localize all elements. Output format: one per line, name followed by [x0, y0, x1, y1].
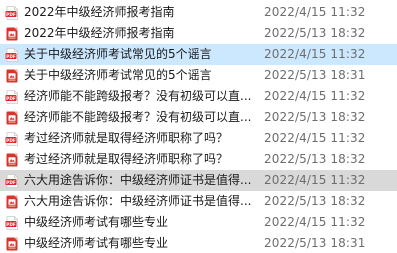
pdf-file-icon: PDF: [5, 5, 19, 20]
file-row[interactable]: PDF 考过经济师就是取得经济师职称了吗？ 2022/4/15 11:32: [0, 128, 397, 149]
svg-text:PDF: PDF: [6, 137, 16, 143]
file-name: 中级经济师考试有哪些专业: [24, 215, 169, 229]
file-modified-date: 2022/5/13 18:31: [264, 68, 366, 82]
pdf-file-icon: PDF: [5, 215, 19, 230]
file-row[interactable]: 经济师能不能跨级报考？没有初级可以直... 2022/5/13 18:32: [0, 107, 397, 128]
file-modified-date: 2022/4/15 11:32: [264, 131, 366, 145]
svg-text:PDF: PDF: [6, 179, 16, 185]
file-row[interactable]: 考过经济师就是取得经济师职称了吗？ 2022/5/13 18:32: [0, 149, 397, 170]
file-row[interactable]: PDF 2022年中级经济师报考指南 2022/4/15 11:32: [0, 2, 397, 23]
file-row[interactable]: 2022年中级经济师报考指南 2022/5/13 18:32: [0, 23, 397, 44]
pdf-file-icon: PDF: [5, 47, 19, 62]
file-name: 经济师能不能跨级报考？没有初级可以直...: [24, 110, 252, 124]
file-name: 考过经济师就是取得经济师职称了吗？: [24, 131, 229, 145]
file-modified-date: 2022/5/13 18:32: [264, 194, 366, 208]
file-row[interactable]: PDF 中级经济师考试有哪些专业 2022/4/15 11:32: [0, 212, 397, 233]
file-modified-date: 2022/4/15 11:32: [264, 173, 366, 187]
file-row[interactable]: 关于中级经济师考试常见的5个谣言 2022/5/13 18:31: [0, 65, 397, 86]
wps-pdf-file-icon: [5, 153, 19, 167]
file-name: 经济师能不能跨级报考？没有初级可以直...: [24, 89, 252, 103]
file-list: PDF 2022年中级经济师报考指南 2022/4/15 11:32 2022年中级经…: [0, 0, 397, 253]
file-name: 中级经济师考试有哪些专业: [24, 236, 169, 250]
file-row[interactable]: PDF 关于中级经济师考试常见的5个谣言 2022/4/15 11:32: [0, 44, 397, 65]
file-row[interactable]: PDF 六大用途告诉你：中级经济师证书是值得... 2022/4/15 11:32: [0, 170, 397, 191]
svg-text:PDF: PDF: [6, 95, 16, 101]
file-name: 2022年中级经济师报考指南: [24, 26, 175, 40]
wps-pdf-file-icon: [5, 69, 19, 83]
file-modified-date: 2022/5/13 18:32: [264, 26, 366, 40]
svg-text:PDF: PDF: [6, 221, 16, 227]
file-row[interactable]: 六大用途告诉你：中级经济师证书是值得... 2022/5/13 18:32: [0, 191, 397, 212]
file-name: 关于中级经济师考试常见的5个谣言: [24, 47, 212, 61]
file-modified-date: 2022/4/15 11:32: [264, 5, 366, 19]
file-modified-date: 2022/5/13 18:32: [264, 110, 366, 124]
file-modified-date: 2022/4/15 11:32: [264, 89, 366, 103]
file-modified-date: 2022/4/15 11:32: [264, 47, 366, 61]
wps-pdf-file-icon: [5, 27, 19, 41]
file-name: 2022年中级经济师报考指南: [24, 5, 175, 19]
pdf-file-icon: PDF: [5, 131, 19, 146]
file-name: 考过经济师就是取得经济师职称了吗？: [24, 152, 229, 166]
file-name: 六大用途告诉你：中级经济师证书是值得...: [24, 173, 252, 187]
file-name: 关于中级经济师考试常见的5个谣言: [24, 68, 212, 82]
file-modified-date: 2022/5/13 18:32: [264, 152, 366, 166]
wps-pdf-file-icon: [5, 195, 19, 209]
pdf-file-icon: PDF: [5, 173, 19, 188]
file-modified-date: 2022/4/15 11:32: [264, 215, 366, 229]
wps-pdf-file-icon: [5, 111, 19, 125]
file-name: 六大用途告诉你：中级经济师证书是值得...: [24, 194, 252, 208]
file-row[interactable]: PDF 经济师能不能跨级报考？没有初级可以直... 2022/4/15 11:32: [0, 86, 397, 107]
file-row[interactable]: 中级经济师考试有哪些专业 2022/5/13 18:31: [0, 233, 397, 253]
pdf-file-icon: PDF: [5, 89, 19, 104]
wps-pdf-file-icon: [5, 237, 19, 251]
file-modified-date: 2022/5/13 18:31: [264, 236, 366, 250]
svg-text:PDF: PDF: [6, 53, 16, 59]
svg-text:PDF: PDF: [6, 11, 16, 17]
